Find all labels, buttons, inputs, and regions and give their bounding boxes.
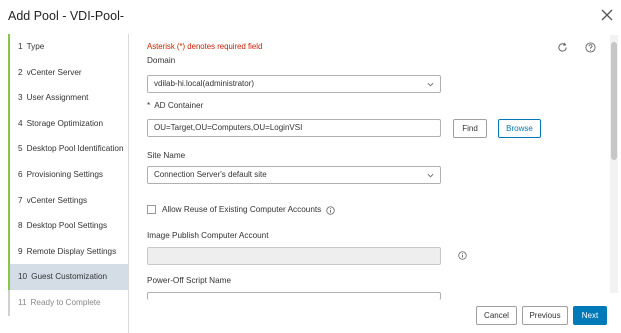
allow-reuse-checkbox[interactable] <box>147 205 156 214</box>
ad-container-label: * AD Container <box>147 101 204 110</box>
cancel-button[interactable]: Cancel <box>476 306 517 325</box>
step-desktop-pool-settings[interactable]: 8 Desktop Pool Settings <box>8 213 128 239</box>
scrollbar-thumb[interactable] <box>611 42 617 160</box>
help-icon[interactable] <box>585 42 596 53</box>
image-publish-input <box>147 247 441 265</box>
allow-reuse-label: Allow Reuse of Existing Computer Account… <box>162 205 322 214</box>
step-guest-customization[interactable]: 10 Guest Customization <box>8 264 128 290</box>
required-field-note: Asterisk (*) denotes required field <box>147 42 263 51</box>
form-panel: Asterisk (*) denotes required field Doma… <box>147 0 607 300</box>
power-off-script-input[interactable] <box>147 292 441 300</box>
step-remote-display-settings[interactable]: 9 Remote Display Settings <box>8 238 128 265</box>
info-icon[interactable] <box>458 251 467 260</box>
ad-container-input[interactable]: OU=Target,OU=Computers,OU=LoginVSI <box>147 119 441 137</box>
step-provisioning-settings[interactable]: 6 Provisioning Settings <box>8 161 128 188</box>
chevron-down-icon <box>427 172 434 179</box>
step-vcenter-settings[interactable]: 7 vCenter Settings <box>8 187 128 214</box>
site-name-label: Site Name <box>147 151 186 160</box>
image-publish-label: Image Publish Computer Account <box>147 231 269 240</box>
refresh-icon[interactable] <box>557 42 568 53</box>
next-button[interactable]: Next <box>573 306 607 325</box>
form-scrollbar[interactable] <box>610 35 618 293</box>
dialog-title: Add Pool - VDI-Pool- <box>8 9 125 23</box>
power-off-script-label: Power-Off Script Name <box>147 276 232 285</box>
site-name-select[interactable]: Connection Server's default site <box>147 166 441 184</box>
step-desktop-pool-identification[interactable]: 5 Desktop Pool Identification <box>8 136 128 162</box>
step-vcenter-server[interactable]: 2 vCenter Server <box>8 59 128 86</box>
chevron-down-icon <box>427 81 434 88</box>
step-storage-optimization[interactable]: 4 Storage Optimization <box>8 110 128 137</box>
wizard-steps-sidebar: 1 Type 2 vCenter Server 3 User Assignment 4… <box>8 34 129 333</box>
step-user-assignment[interactable]: 3 User Assignment <box>8 85 128 111</box>
info-icon[interactable] <box>326 206 335 215</box>
find-button[interactable]: Find <box>453 119 487 138</box>
step-ready-to-complete: 11 Ready to Complete <box>8 289 128 316</box>
step-type[interactable]: 1 Type <box>8 34 128 60</box>
domain-label: Domain <box>147 56 176 65</box>
browse-button[interactable]: Browse <box>498 119 541 138</box>
previous-button[interactable]: Previous <box>522 306 568 325</box>
domain-select[interactable]: vdilab-hi.local(administrator) <box>147 75 441 93</box>
